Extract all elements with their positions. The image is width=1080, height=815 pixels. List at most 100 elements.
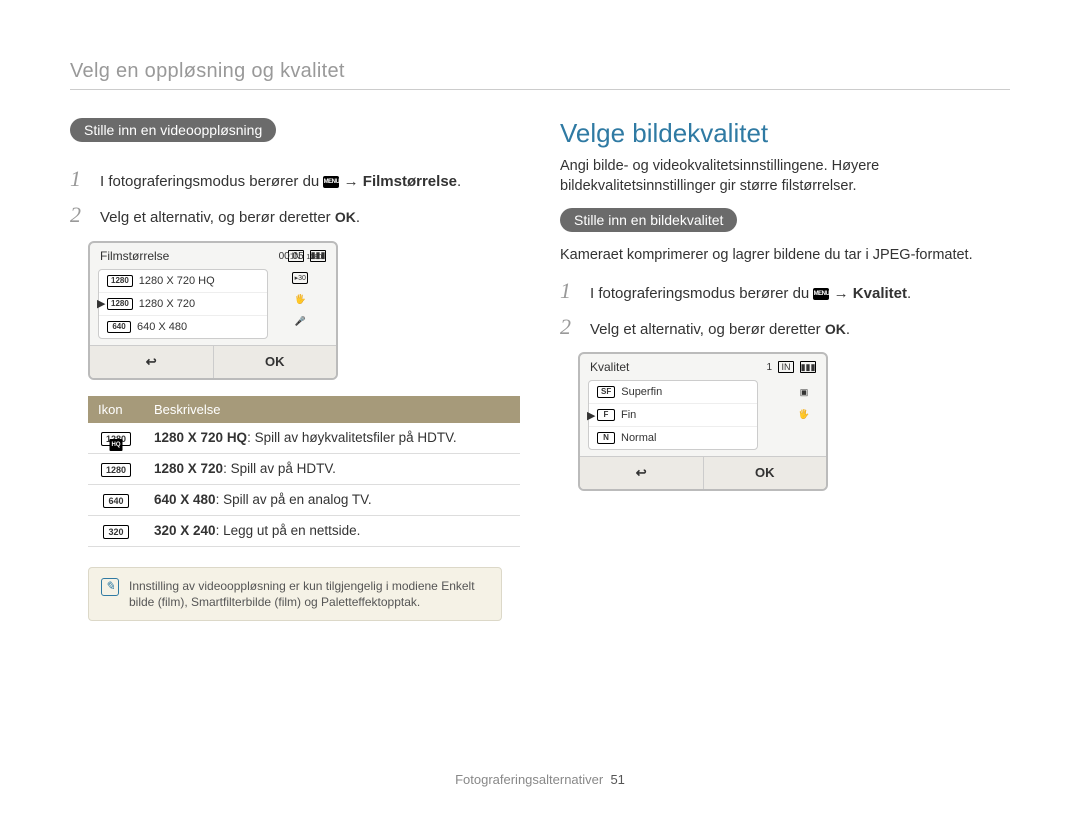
hd-icon: 🖐 bbox=[292, 294, 308, 306]
lcd-back-button[interactable]: ↩ bbox=[90, 346, 214, 378]
res-badge: 640 bbox=[107, 321, 131, 333]
res-badge: 1280 bbox=[107, 298, 133, 310]
lcd-title: Filmstørrelse bbox=[100, 249, 169, 263]
res-name: 1280 X 720 bbox=[154, 461, 223, 476]
lcd-row-fin[interactable]: ▶ F Fin bbox=[589, 404, 757, 427]
footer-section: Fotograferingsalternativer bbox=[455, 772, 603, 787]
quality-badge: N bbox=[597, 432, 615, 444]
intro-para: Angi bilde- og videokvalitetsinnstilling… bbox=[560, 157, 1010, 196]
lcd-status-icons: ▣ 🖐 bbox=[796, 386, 812, 420]
divider bbox=[70, 89, 1010, 90]
res-name: 640 X 480 bbox=[154, 492, 216, 507]
lcd-row-1280hq[interactable]: 1280 1280 X 720 HQ bbox=[99, 270, 267, 293]
step-number: 2 bbox=[70, 202, 88, 228]
table-row: 1280 1280 X 720 HQ: Spill av høykvalitet… bbox=[88, 423, 520, 454]
timer: 00:05 1280 bbox=[279, 251, 322, 262]
step-text: I fotograferingsmodus berører du bbox=[590, 285, 813, 302]
lcd-list: SF Superfin ▶ F Fin N Normal bbox=[588, 380, 758, 450]
res-badge-640: 640 bbox=[103, 494, 128, 508]
left-step-2: 2 Velg et alternativ, og berør deretter … bbox=[70, 202, 520, 228]
quality-badge: SF bbox=[597, 386, 615, 398]
res-badge-1280: 1280 bbox=[101, 463, 131, 477]
res-desc: : Spill av på HDTV. bbox=[223, 461, 336, 476]
res-name: 320 X 240 bbox=[154, 523, 216, 538]
res-label: 1280 X 720 HQ bbox=[139, 275, 215, 287]
mic-icon: 🎤 bbox=[292, 316, 308, 328]
note-icon: ✎ bbox=[101, 578, 119, 596]
suffix: . bbox=[457, 173, 461, 190]
menu-target: Kvalitet bbox=[853, 285, 907, 302]
hand-icon: 🖐 bbox=[796, 408, 812, 420]
lcd-back-button[interactable]: ↩ bbox=[580, 457, 704, 489]
menu-icon: MENU bbox=[323, 176, 339, 188]
step-body: I fotograferingsmodus berører du MENU → … bbox=[590, 284, 1010, 304]
res-desc: : Legg ut på en nettside. bbox=[216, 523, 361, 538]
suffix: . bbox=[846, 321, 850, 338]
res-desc: : Spill av høykvalitetsfiler på HDTV. bbox=[247, 430, 457, 445]
fps-icon: ▸30 bbox=[292, 272, 308, 284]
lcd-ok-button[interactable]: OK bbox=[704, 457, 827, 489]
lcd-row-superfin[interactable]: SF Superfin bbox=[589, 381, 757, 404]
th-desc: Beskrivelse bbox=[144, 396, 520, 423]
menu-target: Filmstørrelse bbox=[363, 173, 457, 190]
res-label: 1280 X 720 bbox=[139, 298, 195, 310]
lcd-status-icons: 00:05 1280 ▸30 🖐 🎤 bbox=[279, 251, 322, 328]
lcd-title: Kvalitet bbox=[590, 360, 629, 374]
selection-pointer-icon: ▶ bbox=[587, 409, 595, 422]
suffix: . bbox=[356, 209, 360, 226]
lcd-filmsize: Filmstørrelse IN ▮▮▮ 1280 1280 X 720 HQ bbox=[88, 241, 338, 380]
lcd-row-1280[interactable]: ▶ 1280 1280 X 720 bbox=[99, 293, 267, 316]
quality-label: Normal bbox=[621, 432, 656, 444]
page-number: 51 bbox=[610, 772, 624, 787]
table-row: 1280 1280 X 720: Spill av på HDTV. bbox=[88, 453, 520, 484]
step-number: 2 bbox=[560, 314, 578, 340]
lcd-list: 1280 1280 X 720 HQ ▶ 1280 1280 X 720 640… bbox=[98, 269, 268, 339]
suffix: . bbox=[907, 285, 911, 302]
lcd-ok-button[interactable]: OK bbox=[214, 346, 337, 378]
picture-icon: ▣ bbox=[796, 386, 812, 398]
step-text: Velg et alternativ, og berør deretter bbox=[100, 209, 335, 226]
step-body: I fotograferingsmodus berører du MENU → … bbox=[100, 172, 520, 192]
table-row: 640 640 X 480: Spill av på en analog TV. bbox=[88, 484, 520, 515]
note-box: ✎ Innstilling av videooppløsning er kun … bbox=[88, 567, 502, 621]
step-number: 1 bbox=[560, 278, 578, 304]
step-number: 1 bbox=[70, 166, 88, 192]
arrow-icon: → bbox=[834, 285, 849, 302]
quality-label: Fin bbox=[621, 409, 636, 421]
step-text: I fotograferingsmodus berører du bbox=[100, 173, 323, 190]
pill-image-quality: Stille inn en bildekvalitet bbox=[560, 208, 737, 232]
quality-badge: F bbox=[597, 409, 615, 421]
right-step-1: 1 I fotograferingsmodus berører du MENU … bbox=[560, 278, 1010, 304]
lcd-row-normal[interactable]: N Normal bbox=[589, 427, 757, 449]
res-label: 640 X 480 bbox=[137, 321, 187, 333]
quality-label: Superfin bbox=[621, 386, 662, 398]
th-icon: Ikon bbox=[88, 396, 144, 423]
arrow-icon: → bbox=[344, 173, 359, 190]
res-badge: 1280 bbox=[107, 275, 133, 287]
ok-icon: OK bbox=[335, 209, 356, 225]
in-icon: IN bbox=[778, 361, 794, 373]
menu-icon: MENU bbox=[813, 288, 829, 300]
section-title: Velge bildekvalitet bbox=[560, 118, 1010, 149]
selection-pointer-icon: ▶ bbox=[97, 297, 105, 310]
step-body: Velg et alternativ, og berør deretter OK… bbox=[590, 320, 1010, 340]
footer: Fotograferingsalternativer 51 bbox=[0, 772, 1080, 787]
running-head: Velg en oppløsning og kvalitet bbox=[70, 60, 1010, 83]
resolution-table: Ikon Beskrivelse 1280 1280 X 720 HQ: Spi… bbox=[88, 396, 520, 547]
step-text: Velg et alternativ, og berør deretter bbox=[590, 321, 825, 338]
note-text: Innstilling av videooppløsning er kun ti… bbox=[129, 578, 489, 610]
res-badge-320: 320 bbox=[103, 525, 128, 539]
right-step-2: 2 Velg et alternativ, og berør deretter … bbox=[560, 314, 1010, 340]
right-column: Velge bildekvalitet Angi bilde- og video… bbox=[560, 118, 1010, 621]
lcd-quality: Kvalitet 1 IN ▮▮▮ SF Superfin ▶ bbox=[578, 352, 828, 491]
count: 1 bbox=[766, 362, 772, 373]
battery-icon: ▮▮▮ bbox=[800, 361, 816, 373]
res-name: 1280 X 720 HQ bbox=[154, 430, 247, 445]
lcd-row-640[interactable]: 640 640 X 480 bbox=[99, 316, 267, 338]
table-row: 320 320 X 240: Legg ut på en nettside. bbox=[88, 515, 520, 546]
left-column: Stille inn en videooppløsning 1 I fotogr… bbox=[70, 118, 520, 621]
step-body: Velg et alternativ, og berør deretter OK… bbox=[100, 208, 520, 228]
jpeg-para: Kameraet komprimerer og lagrer bildene d… bbox=[560, 246, 1010, 266]
ok-icon: OK bbox=[825, 321, 846, 337]
left-step-1: 1 I fotograferingsmodus berører du MENU … bbox=[70, 166, 520, 192]
